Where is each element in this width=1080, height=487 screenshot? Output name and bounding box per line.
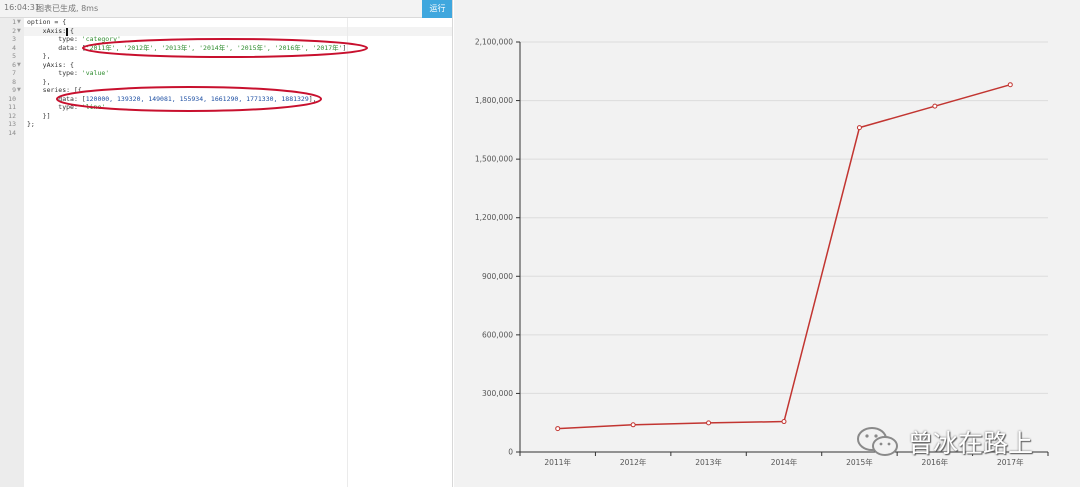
code-line: };	[27, 120, 35, 128]
line-number: 13	[8, 120, 16, 128]
line-number: 9	[12, 86, 16, 94]
code-line: type: 'line'	[27, 103, 106, 111]
watermark-text: 曾冰在路上	[908, 429, 1034, 458]
line-number: 6	[12, 60, 16, 69]
line-number: 11	[8, 103, 16, 111]
line-chart: 0 300,000 600,000 900,000 1,200,000 1,500,000…	[475, 38, 1049, 467]
data-point	[1007, 82, 1013, 88]
code-line: data: [120000, 139320, 149081, 155934, 1…	[27, 94, 317, 103]
x-tick-label: 2013年	[695, 457, 722, 467]
line-number: 1	[12, 18, 16, 26]
code-text-area[interactable]: option = { xAxis: { type: 'category' dat…	[27, 18, 447, 487]
code-line: type: 'category'	[27, 35, 121, 43]
status-time: 16:04:31	[4, 3, 40, 12]
code-line: type: 'value'	[27, 69, 110, 77]
fold-arrow-icon[interactable]: ▼	[17, 61, 21, 70]
fold-arrow-icon[interactable]: ▼	[17, 27, 21, 36]
code-line: series: [{	[27, 86, 82, 94]
y-tick-label: 1,200,000	[475, 213, 513, 222]
data-point	[856, 125, 862, 131]
data-point	[630, 422, 636, 428]
line-number: 5	[12, 52, 16, 60]
x-tick-label: 2011年	[544, 457, 571, 467]
data-point	[555, 426, 561, 432]
status-message: 图表已生成, 8ms	[36, 4, 99, 13]
code-line: option = {	[27, 18, 67, 26]
code-line: yAxis: {	[27, 60, 74, 69]
line-number: 14	[8, 128, 16, 137]
data-point	[706, 420, 712, 426]
y-tick-label: 1,500,000	[475, 155, 513, 164]
code-line: },	[27, 52, 51, 60]
y-tick-label: 1,800,000	[475, 96, 513, 105]
fold-arrow-icon[interactable]: ▼	[17, 18, 21, 27]
line-number: 8	[12, 77, 16, 86]
line-number: 10	[8, 94, 16, 103]
editor-toolbar: 16:04:31 图表已生成, 8ms 运行	[0, 0, 452, 18]
y-tick-label: 600,000	[482, 330, 513, 339]
data-point	[932, 103, 938, 109]
line-number: 12	[8, 111, 16, 120]
code-editor-panel: 16:04:31 图表已生成, 8ms 运行 1 2 3 4 5 6 7 8 9…	[0, 0, 453, 487]
series-line	[557, 83, 1011, 430]
x-tick-label: 2012年	[620, 457, 647, 467]
chart-panel: 0 300,000 600,000 900,000 1,200,000 1,500,000…	[454, 0, 1080, 487]
run-button[interactable]: 运行	[422, 0, 452, 18]
fold-arrow-icon[interactable]: ▼	[17, 86, 21, 95]
wechat-icon	[857, 427, 898, 456]
y-tick-label: 300,000	[482, 389, 513, 398]
x-tick-label: 2014年	[771, 457, 798, 467]
code-line: },	[27, 77, 51, 86]
line-number: 7	[12, 69, 16, 77]
code-line: data: ['2011年', '2012年', '2013年', '2014年…	[27, 43, 347, 52]
line-number: 3	[12, 35, 16, 43]
y-tick-label: 0	[508, 448, 513, 457]
line-number: 4	[12, 43, 16, 52]
data-point	[781, 419, 787, 425]
code-line: }]	[27, 111, 51, 120]
text-cursor	[66, 28, 68, 36]
y-tick-label: 900,000	[482, 272, 513, 281]
line-number: 2	[12, 26, 16, 35]
y-tick-label: 2,100,000	[475, 38, 513, 47]
x-tick-label: 2015年	[846, 457, 873, 467]
